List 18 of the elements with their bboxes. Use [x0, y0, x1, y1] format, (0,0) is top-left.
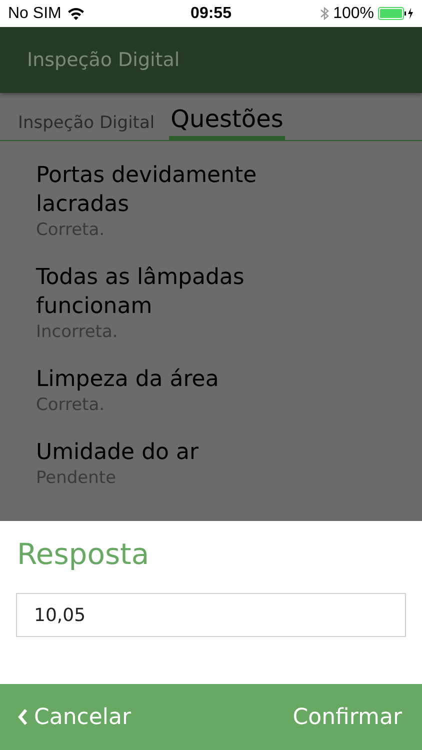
dialog-title: Resposta — [16, 536, 150, 571]
question-title[interactable]: Portas devidamente lacradas — [36, 160, 296, 219]
battery-charging-icon — [378, 7, 414, 20]
tab[interactable]: Inspeção Digital — [16, 113, 157, 140]
question-title[interactable]: Limpeza da área — [36, 364, 296, 394]
clock-time: 09:55 — [190, 4, 232, 22]
cancel-button[interactable]: Cancelar — [18, 704, 132, 730]
wifi-icon — [67, 7, 86, 20]
chevron-left-icon — [18, 708, 28, 726]
question-title[interactable]: Umidade do ar — [36, 438, 296, 467]
tab[interactable]: Questões — [168, 105, 286, 140]
question-title[interactable]: Todas as lâmpadas funcionam — [36, 262, 296, 321]
battery-percentage: 100% — [333, 4, 374, 22]
carrier-label: No SIM — [8, 4, 62, 22]
app-title: Inspeção Digital — [27, 49, 180, 71]
confirm-button[interactable]: Confirmar — [292, 704, 402, 730]
bluetooth-icon — [320, 6, 330, 21]
answer-field[interactable]: 10,05 — [16, 593, 406, 637]
